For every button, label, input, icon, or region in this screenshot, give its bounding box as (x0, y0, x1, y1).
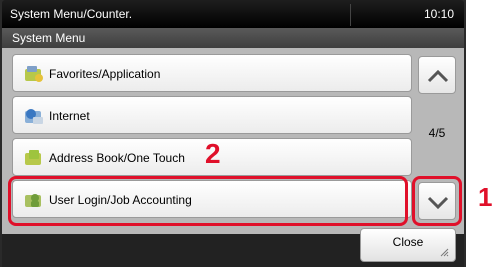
favorites-icon (23, 63, 45, 85)
callout-number-2: 2 (205, 138, 221, 169)
system-menu-panel: System Menu/Counter. 10:10 System Menu F… (0, 0, 466, 267)
title-divider (350, 4, 351, 26)
internet-icon (23, 105, 45, 127)
menu-item-favorites[interactable]: Favorites/Application (12, 54, 412, 92)
close-button[interactable]: Close (360, 228, 456, 262)
callout-highlight-item (8, 176, 408, 226)
callout-number-1: 1 (478, 182, 493, 212)
window-title: System Menu/Counter. (10, 7, 133, 21)
page-title: System Menu (12, 31, 86, 45)
menu-item-label: Internet (49, 109, 90, 123)
scroll-up-button[interactable] (418, 56, 456, 94)
menu-item-label: Address Book/One Touch (49, 151, 185, 165)
callout-highlight-scroll (412, 176, 462, 226)
page-indicator: 4/5 (428, 126, 446, 140)
clock: 10:10 (423, 7, 454, 21)
menu-item-label: Favorites/Application (49, 67, 161, 81)
menu-item-internet[interactable]: Internet (12, 96, 412, 134)
resize-grip-icon (440, 248, 449, 257)
title-bar: System Menu/Counter. 10:10 (2, 0, 464, 28)
sub-header: System Menu (2, 28, 464, 48)
address-book-icon (23, 147, 45, 169)
chevron-up-icon (427, 69, 449, 83)
